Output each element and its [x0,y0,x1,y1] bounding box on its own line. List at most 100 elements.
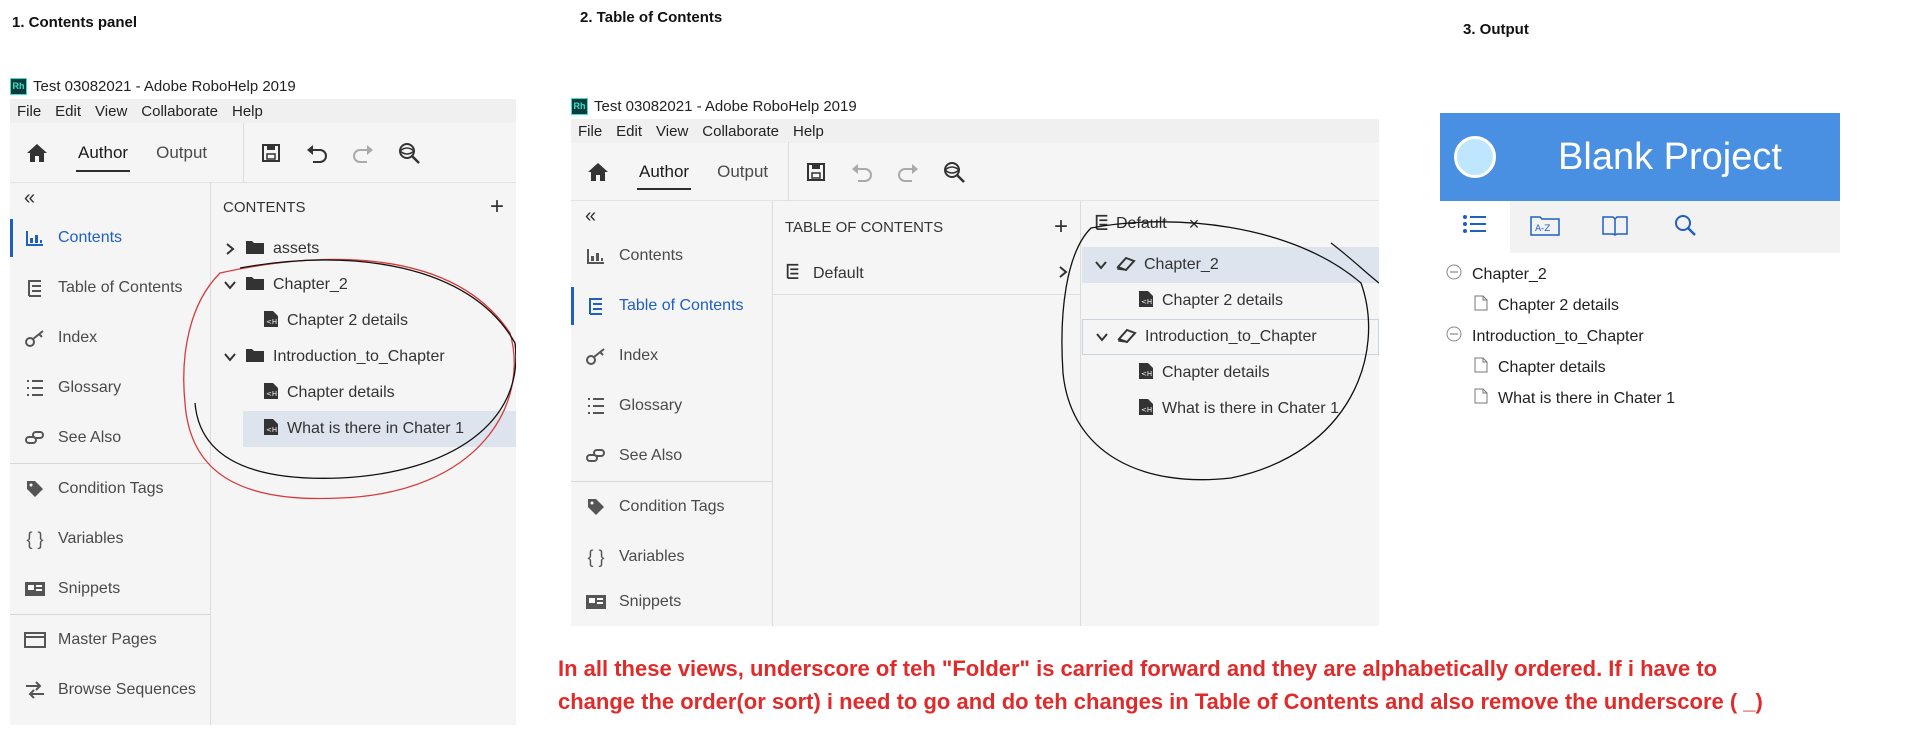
menu-view[interactable]: View [88,103,134,120]
add-icon[interactable]: + [1054,215,1068,239]
close-icon[interactable]: × [1189,214,1200,235]
toc-book-row[interactable]: Chapter_2 [1082,247,1379,283]
nav-item-glossary[interactable]: Glossary [571,381,772,431]
menu-edit[interactable]: Edit [609,123,649,140]
save-icon[interactable] [256,138,286,168]
folder-icon [245,239,265,260]
preview-icon[interactable] [394,138,424,168]
nav-item-label: Snippets [619,593,682,610]
nav-item-see-also[interactable]: See Also [571,431,772,481]
output-book-row[interactable]: Introduction_to_Chapter [1440,321,1840,352]
nav-item-condition-tags[interactable]: Condition Tags [10,464,210,514]
output-header: Blank Project [1440,113,1840,201]
save-icon[interactable] [801,157,831,187]
nav-item-variables[interactable]: { } Variables [571,532,772,582]
add-icon[interactable]: + [490,195,504,219]
tab-index[interactable]: A-Z [1510,201,1580,253]
tab-search[interactable] [1650,201,1720,253]
page-icon [1474,357,1488,378]
nav-item-snippets[interactable]: Snippets [571,582,772,622]
tab-author[interactable]: Author [625,143,703,200]
tree-row-label: Introduction_to_Chapter [273,348,445,365]
collapse-minus-icon[interactable] [1446,326,1462,347]
toc-editor-pane: Default × Chapter_2 <H Chapter 2 details… [1082,201,1379,626]
menu-help[interactable]: Help [225,103,270,120]
list-icon [1462,213,1488,240]
nav-item-master-pages[interactable]: Master Pages [10,615,210,665]
toc-topic-row[interactable]: <H Chapter 2 details [1082,283,1379,319]
chevron-right-icon[interactable] [223,243,237,255]
nav-item-index[interactable]: Index [10,313,210,363]
pane-title: CONTENTS [223,198,306,216]
output-page-row[interactable]: What is there in Chater 1 [1440,383,1840,414]
menu-edit[interactable]: Edit [48,103,88,120]
tree-row-topic-selected[interactable]: <H What is there in Chater 1 [243,411,516,447]
tab-glossary[interactable] [1580,201,1650,253]
output-page-row[interactable]: Chapter details [1440,352,1840,383]
nav-item-label: Index [619,347,659,364]
menu-file[interactable]: File [10,103,48,120]
svg-text:<H: <H [1141,406,1152,414]
toc-topic-row[interactable]: <H Chapter details [1082,355,1379,391]
robohelp-logo: Rh [571,97,588,115]
editor-tab-default[interactable]: Default × [1082,201,1379,247]
toc-topic-row[interactable]: <H What is there in Chater 1 [1082,391,1379,427]
nav-item-contents[interactable]: Contents [10,213,210,263]
nav-item-table-of-contents[interactable]: Table of Contents [571,281,772,331]
menu-help[interactable]: Help [786,123,831,140]
output-book-row[interactable]: Chapter_2 [1440,259,1840,290]
nav-item-index[interactable]: Index [571,331,772,381]
robohelp-logo: Rh [10,77,27,95]
nav-item-browse-sequences[interactable]: Browse Sequences [10,665,210,715]
tab-output[interactable]: Output [703,143,782,200]
preview-icon[interactable] [939,157,969,187]
tab-output[interactable]: Output [142,123,221,182]
collapse-panel-icon[interactable]: « [10,183,210,213]
nav-item-glossary[interactable]: Glossary [10,363,210,413]
toc-item-default[interactable]: Default [773,253,1080,295]
tree-row-topic[interactable]: <H Chapter 2 details [211,303,516,339]
output-page-row[interactable]: Chapter 2 details [1440,290,1840,321]
menu-collaborate[interactable]: Collaborate [695,123,786,140]
note-line-2: change the order(or sort) i need to go a… [558,689,1763,714]
tree-row-label: Chapter details [287,384,395,401]
menu-file[interactable]: File [571,123,609,140]
home-icon[interactable] [22,138,52,168]
undo-icon[interactable] [847,157,877,187]
collapse-panel-icon[interactable]: « [571,201,772,231]
nav-item-table-of-contents[interactable]: Table of Contents [10,263,210,313]
undo-icon[interactable] [302,138,332,168]
redo-icon[interactable] [348,138,378,168]
tree-row-label: Introduction_to_Chapter [1145,328,1317,345]
tree-row-folder[interactable]: Chapter_2 [211,267,516,303]
toolbar-divider [243,122,245,183]
nav-item-see-also[interactable]: See Also [10,413,210,463]
tab-author[interactable]: Author [64,123,142,182]
tree-row-folder[interactable]: Introduction_to_Chapter [211,339,516,375]
menu-collaborate[interactable]: Collaborate [134,103,225,120]
chevron-down-icon[interactable] [1095,332,1109,342]
chevron-right-icon[interactable] [1058,265,1068,283]
tree-row-folder[interactable]: assets [211,231,516,267]
page-icon [1474,388,1488,409]
editor-tab-label: Default [1116,215,1167,232]
tab-toc[interactable] [1440,201,1510,253]
chevron-down-icon[interactable] [1094,260,1108,270]
braces-icon: { } [26,528,44,549]
chevron-down-icon[interactable] [223,280,237,290]
svg-text:<H: <H [266,426,277,434]
svg-text:A-Z: A-Z [1535,224,1550,234]
menu-view[interactable]: View [649,123,695,140]
nav-item-condition-tags[interactable]: Condition Tags [571,482,772,532]
toc-book-row[interactable]: Introduction_to_Chapter [1082,319,1379,355]
home-icon[interactable] [583,157,613,187]
tree-row-label: Chapter_2 [1472,265,1547,283]
chevron-down-icon[interactable] [223,352,237,362]
folder-icon [245,347,265,368]
nav-item-snippets[interactable]: Snippets [10,564,210,614]
nav-item-variables[interactable]: { } Variables [10,514,210,564]
tree-row-topic[interactable]: <H Chapter details [211,375,516,411]
redo-icon[interactable] [893,157,923,187]
nav-item-contents[interactable]: Contents [571,231,772,281]
collapse-minus-icon[interactable] [1446,264,1462,285]
